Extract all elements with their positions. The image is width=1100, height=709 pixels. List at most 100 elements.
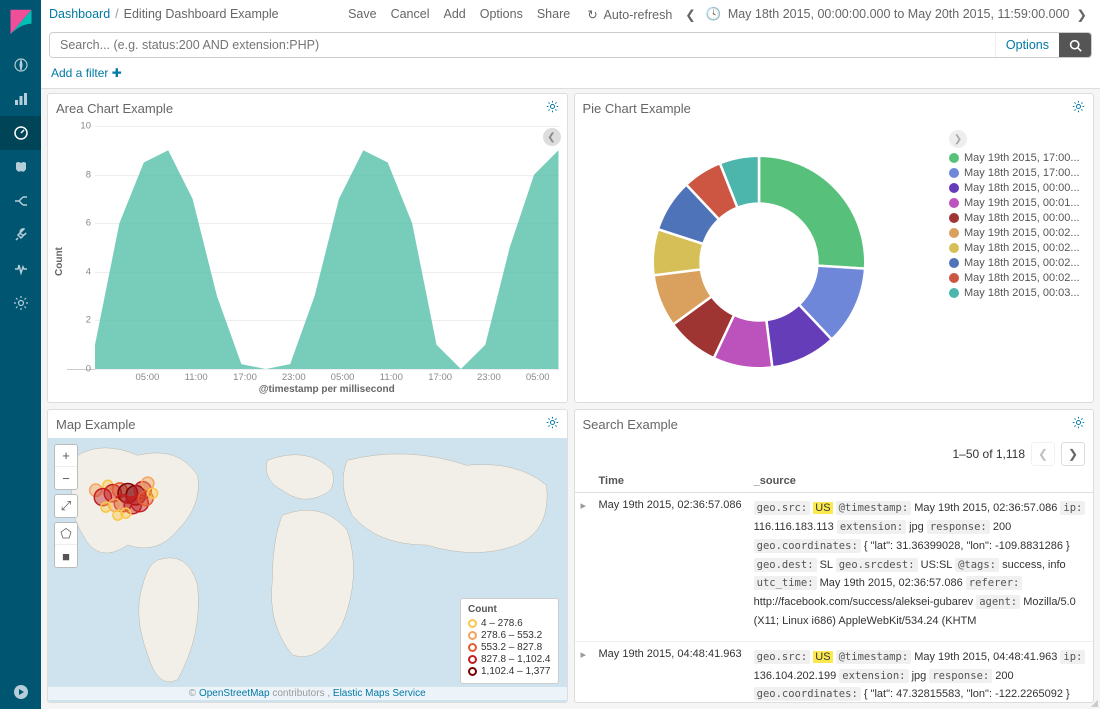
legend-item[interactable]: May 18th 2015, 00:00...	[949, 212, 1087, 224]
map-attribution: © OpenStreetMap contributors , Elastic M…	[48, 687, 567, 700]
legend-item[interactable]: May 19th 2015, 17:00...	[949, 152, 1087, 164]
legend-item[interactable]: May 18th 2015, 00:02...	[949, 272, 1087, 284]
search-icon	[1069, 39, 1082, 52]
kv-value: { "lat": 31.36399028, "lon": -109.883128…	[864, 540, 1070, 552]
breadcrumb-root[interactable]: Dashboard	[49, 7, 110, 21]
add-button[interactable]: Add	[444, 7, 466, 21]
collapse-icon[interactable]	[0, 675, 41, 709]
map-legend-item[interactable]: 1,102.4 – 1,377	[468, 666, 551, 677]
search-submit-button[interactable]	[1059, 33, 1091, 57]
share-button[interactable]: Share	[537, 7, 570, 21]
kv-value: May 19th 2015, 04:48:41.963	[914, 651, 1057, 663]
panel-gear-button[interactable]	[1072, 416, 1085, 432]
monitoring-icon[interactable]	[0, 252, 41, 286]
draw-rect-button[interactable]: ■	[55, 545, 77, 567]
kv-value: May 19th 2015, 02:36:57.086	[914, 502, 1057, 514]
breadcrumb-current: Editing Dashboard Example	[124, 7, 279, 21]
zoom-out-button[interactable]: −	[55, 467, 77, 489]
panel-title: Area Chart Example	[56, 101, 546, 116]
page-next-button[interactable]: ❯	[1061, 442, 1085, 466]
timelion-icon[interactable]	[0, 150, 41, 184]
ems-link[interactable]: Elastic Maps Service	[333, 688, 426, 699]
zoom-in-button[interactable]: +	[55, 445, 77, 467]
time-prev-button[interactable]: ❮	[682, 7, 698, 22]
autorefresh-button[interactable]: ↻ Auto-refresh	[584, 7, 672, 22]
search-input[interactable]	[50, 33, 995, 57]
legend-label: May 18th 2015, 00:02...	[964, 272, 1080, 284]
panel-gear-button[interactable]	[546, 100, 559, 116]
visualize-icon[interactable]	[0, 82, 41, 116]
map-point[interactable]	[113, 510, 123, 520]
kv-key: @tags:	[955, 558, 999, 572]
legend-item[interactable]: May 18th 2015, 00:03...	[949, 287, 1087, 299]
area-ylabel: Count	[52, 126, 67, 398]
kv-value: 136.104.202.199	[754, 670, 837, 682]
legend-label: May 18th 2015, 00:02...	[964, 242, 1080, 254]
timerange-picker[interactable]: 🕓 May 18th 2015, 00:00:00.000 to May 20t…	[703, 7, 1070, 22]
legend-swatch	[949, 183, 959, 193]
map-legend-item[interactable]: 278.6 – 553.2	[468, 630, 551, 641]
legend-swatch	[949, 243, 959, 253]
dashboard-icon[interactable]	[0, 116, 41, 150]
legend-swatch	[949, 228, 959, 238]
panel-title: Pie Chart Example	[583, 101, 1073, 116]
panel-gear-button[interactable]	[546, 416, 559, 432]
fit-bounds-button[interactable]: ⤢	[55, 495, 77, 517]
draw-polygon-button[interactable]: ⬠	[55, 523, 77, 545]
kv-key: @timestamp:	[836, 501, 912, 515]
legend-label: May 19th 2015, 00:02...	[964, 227, 1080, 239]
kv-key: geo.src:	[754, 501, 811, 515]
col-time[interactable]: Time	[593, 470, 748, 493]
legend-more-button[interactable]: ❯	[949, 130, 967, 148]
legend-swatch	[949, 213, 959, 223]
kv-value: SL	[820, 559, 833, 571]
kv-value: 200	[995, 670, 1013, 682]
legend-item[interactable]: May 18th 2015, 00:00...	[949, 182, 1087, 194]
panel-gear-button[interactable]	[1072, 100, 1085, 116]
map-legend-item[interactable]: 4 – 278.6	[468, 618, 551, 629]
legend-item[interactable]: May 18th 2015, 00:02...	[949, 257, 1087, 269]
options-button[interactable]: Options	[480, 7, 523, 21]
management-icon[interactable]	[0, 286, 41, 320]
page-prev-button[interactable]: ❮	[1031, 442, 1055, 466]
kv-key: response:	[929, 669, 992, 683]
legend-ring	[468, 631, 477, 640]
breadcrumb-separator: /	[115, 7, 118, 21]
kv-key: @timestamp:	[836, 650, 912, 664]
time-next-button[interactable]: ❯	[1074, 7, 1090, 22]
cancel-button[interactable]: Cancel	[391, 7, 430, 21]
kv-key: response:	[927, 520, 990, 534]
legend-label: May 18th 2015, 00:00...	[964, 212, 1080, 224]
map-point[interactable]	[101, 502, 111, 512]
panel-resize-handle[interactable]	[1089, 698, 1094, 703]
legend-item[interactable]: May 19th 2015, 00:01...	[949, 197, 1087, 209]
add-filter-button[interactable]: Add a filter ✚	[51, 66, 122, 80]
expand-row-button[interactable]: ▸	[575, 493, 593, 642]
devtools-icon[interactable]	[0, 218, 41, 252]
col-source[interactable]: _source	[748, 470, 1093, 493]
search-options-button[interactable]: Options	[995, 33, 1059, 57]
area-ytick: 6	[67, 218, 91, 229]
discover-icon[interactable]	[0, 48, 41, 82]
chevron-right-icon: ❯	[954, 134, 962, 145]
legend-item[interactable]: May 19th 2015, 00:02...	[949, 227, 1087, 239]
osm-link[interactable]: OpenStreetMap	[199, 688, 270, 699]
donut-slice[interactable]	[759, 156, 865, 269]
legend-item[interactable]: May 18th 2015, 00:02...	[949, 242, 1087, 254]
kv-key: ip:	[1060, 501, 1085, 515]
legend-label: 4 – 278.6	[481, 618, 523, 629]
gear-icon	[1072, 416, 1085, 429]
kv-value: US	[813, 502, 832, 514]
kv-value: 116.116.183.113	[754, 521, 834, 533]
map-point[interactable]	[148, 488, 158, 498]
pie-chart-panel: Pie Chart Example ❯ May 19th 2015, 17:00…	[574, 93, 1095, 403]
canvas-icon[interactable]	[0, 184, 41, 218]
expand-row-button[interactable]: ▸	[575, 641, 593, 702]
legend-ring	[468, 667, 477, 676]
area-xlabel: @timestamp per millisecond	[95, 384, 559, 395]
map-legend-item[interactable]: 827.8 – 1,102.4	[468, 654, 551, 665]
map-legend-item[interactable]: 553.2 – 827.8	[468, 642, 551, 653]
save-button[interactable]: Save	[348, 7, 377, 21]
chevron-right-icon: ❯	[1077, 7, 1087, 22]
legend-item[interactable]: May 18th 2015, 17:00...	[949, 167, 1087, 179]
